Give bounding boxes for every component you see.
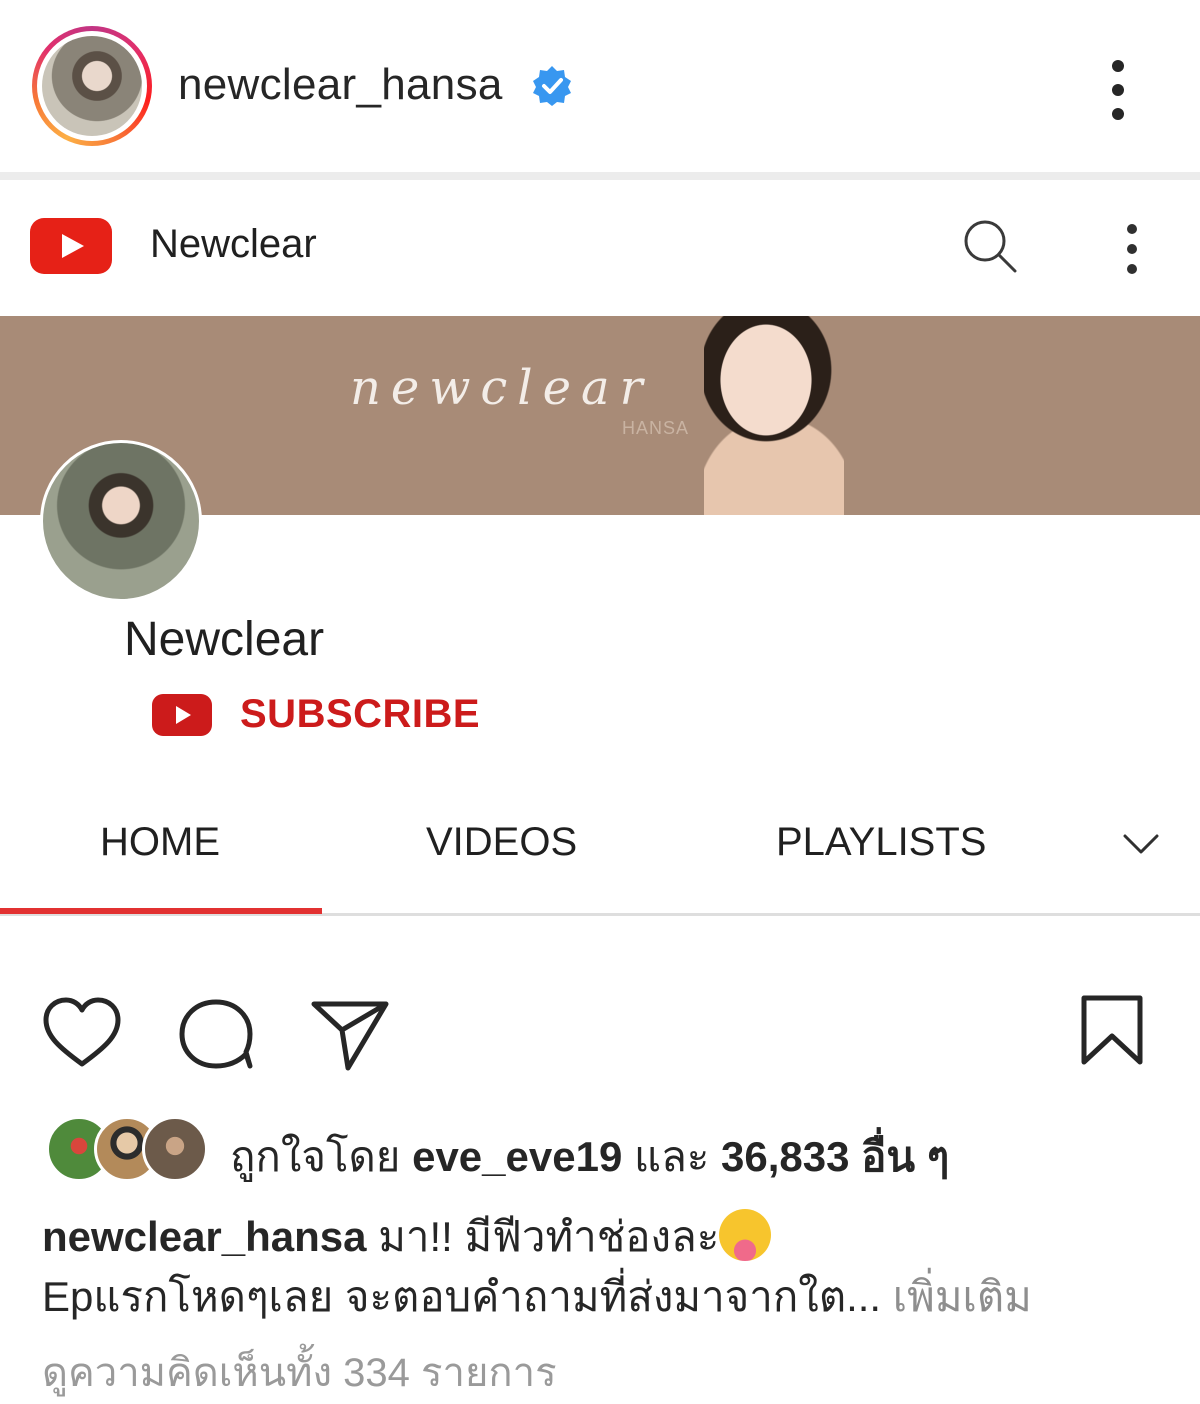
tab-videos[interactable]: VIDEOS bbox=[426, 820, 577, 865]
share-icon[interactable] bbox=[308, 992, 392, 1076]
caption-text: มา!! มีฟีวทำช่องละ bbox=[378, 1213, 720, 1260]
likes-conjunction: และ bbox=[634, 1133, 710, 1180]
banner-script-text: newclear bbox=[350, 360, 653, 416]
caption-text-continued: Epแรกโหดๆเลย จะตอบคำถามที่ส่งมาจากใต... bbox=[42, 1273, 882, 1320]
verified-badge-icon bbox=[533, 66, 571, 106]
profile-avatar[interactable] bbox=[32, 26, 152, 146]
youtube-options-icon[interactable] bbox=[1122, 224, 1142, 284]
view-comments-link[interactable]: ดูความคิดเห็นทั้ง 334 รายการ bbox=[42, 1340, 557, 1404]
bookmark-icon[interactable] bbox=[1074, 990, 1158, 1074]
active-tab-indicator bbox=[0, 908, 322, 914]
tab-playlists[interactable]: PLAYLISTS bbox=[776, 820, 986, 865]
liker-avatars[interactable] bbox=[46, 1116, 208, 1182]
youtube-play-icon[interactable] bbox=[152, 694, 212, 736]
post-options-icon[interactable] bbox=[1108, 60, 1128, 132]
search-icon[interactable] bbox=[962, 218, 1018, 274]
divider bbox=[0, 172, 1200, 180]
subscribe-button[interactable]: SUBSCRIBE bbox=[240, 692, 480, 737]
likes-summary[interactable]: ถูกใจโดย eve_eve19 และ 36,833 อื่น ๆ bbox=[230, 1124, 949, 1190]
avatar-image bbox=[42, 36, 142, 136]
squinting-tongue-emoji-icon bbox=[719, 1209, 772, 1261]
channel-avatar[interactable] bbox=[40, 440, 202, 602]
post-username[interactable]: newclear_hansa bbox=[178, 60, 503, 110]
avatar bbox=[142, 1116, 208, 1182]
youtube-logo-icon bbox=[30, 218, 112, 274]
more-link[interactable]: เพิ่มเติม bbox=[893, 1273, 1032, 1320]
liker-username[interactable]: eve_eve19 bbox=[412, 1133, 622, 1180]
heart-icon[interactable] bbox=[40, 992, 124, 1076]
channel-name: Newclear bbox=[124, 613, 325, 666]
likes-prefix: ถูกใจโดย bbox=[230, 1133, 401, 1180]
likes-count[interactable]: 36,833 อื่น ๆ bbox=[721, 1133, 949, 1180]
chevron-down-icon[interactable] bbox=[1120, 828, 1162, 858]
comment-icon[interactable] bbox=[174, 992, 258, 1076]
caption-line-2: Epแรกโหดๆเลย จะตอบคำถามที่ส่งมาจากใต... … bbox=[42, 1264, 1032, 1330]
caption-username[interactable]: newclear_hansa bbox=[42, 1213, 367, 1260]
tab-home[interactable]: HOME bbox=[100, 820, 220, 865]
youtube-channel-title: Newclear bbox=[150, 222, 317, 266]
caption-line-1: newclear_hansa มา!! มีฟีวทำช่องละ bbox=[42, 1204, 772, 1270]
banner-photo bbox=[704, 316, 844, 515]
banner-sub-text: HANSA bbox=[622, 418, 690, 438]
